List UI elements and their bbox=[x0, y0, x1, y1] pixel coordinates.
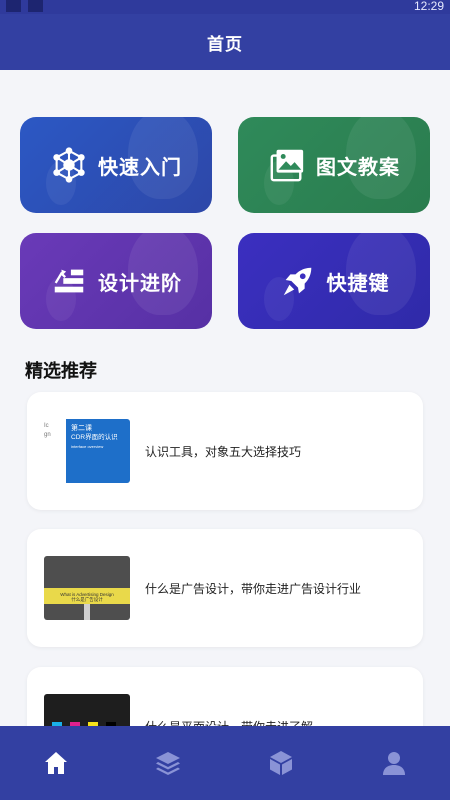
app-header: 首页 bbox=[0, 14, 450, 70]
notification-icon bbox=[28, 0, 43, 12]
thumb-text: interface overview bbox=[71, 444, 104, 449]
tab-courses[interactable] bbox=[112, 726, 224, 800]
status-time: 12:29 bbox=[413, 0, 444, 13]
steps-icon bbox=[54, 269, 84, 293]
status-bar: 12:29 bbox=[0, 0, 450, 14]
course-thumbnail bbox=[44, 694, 130, 726]
thumb-text: CDR界面的认识 bbox=[71, 434, 118, 441]
course-card[interactable]: What is Advertising Design 什么是广告设计 什么是广告… bbox=[27, 529, 423, 647]
shortcuts-tile[interactable]: 快捷键 bbox=[238, 233, 430, 329]
tile-label: 快捷键 bbox=[326, 272, 390, 295]
course-title: 什么是平面设计，带你走进了解 bbox=[145, 667, 313, 727]
tab-resources[interactable] bbox=[225, 726, 337, 800]
thumb-text: What is Advertising Design 什么是广告设计 bbox=[44, 592, 130, 602]
tile-label: 设计进阶 bbox=[98, 272, 182, 295]
tile-label: 图文教案 bbox=[316, 156, 400, 179]
design-advanced-tile[interactable]: 设计进阶 bbox=[20, 233, 212, 329]
course-card[interactable]: Ic gn 第二课 CDR界面的认识 interface overview 认识… bbox=[27, 392, 423, 510]
quick-start-tile[interactable]: 快速入门 bbox=[20, 117, 212, 213]
thumb-text: 第二课 bbox=[71, 425, 92, 432]
notification-icon bbox=[6, 0, 21, 12]
course-thumbnail: Ic gn 第二课 CDR界面的认识 interface overview bbox=[44, 419, 130, 483]
main-content: 快速入门 图文教案 设计进阶 快捷键 精选推荐 Ic gn 第二课 CDR界面的… bbox=[0, 70, 450, 726]
cube-icon bbox=[270, 751, 292, 775]
tile-label: 快速入门 bbox=[98, 156, 182, 179]
home-icon bbox=[45, 752, 67, 774]
layers-icon bbox=[156, 752, 180, 775]
course-card[interactable]: 什么是平面设计，带你走进了解 bbox=[27, 667, 423, 726]
tab-profile[interactable] bbox=[338, 726, 450, 800]
thumb-text: Ic bbox=[44, 423, 49, 429]
tab-home[interactable] bbox=[0, 726, 112, 800]
section-title: 精选推荐 bbox=[25, 361, 97, 381]
thumb-text: 什么是广告设计 bbox=[71, 597, 103, 602]
bottom-tab-bar bbox=[0, 726, 450, 800]
page-title: 首页 bbox=[207, 34, 243, 54]
image-gallery-icon bbox=[270, 149, 304, 182]
user-icon bbox=[383, 752, 405, 775]
thumb-post bbox=[84, 604, 90, 620]
course-thumbnail: What is Advertising Design 什么是广告设计 bbox=[44, 556, 130, 620]
illustrated-lessons-tile[interactable]: 图文教案 bbox=[238, 117, 430, 213]
course-title: 什么是广告设计，带你走进广告设计行业 bbox=[145, 581, 362, 596]
hub-icon bbox=[53, 147, 85, 183]
thumb-text: gn bbox=[44, 432, 51, 438]
course-title: 认识工具，对象五大选择技巧 bbox=[145, 444, 302, 459]
rocket-icon bbox=[283, 267, 311, 296]
